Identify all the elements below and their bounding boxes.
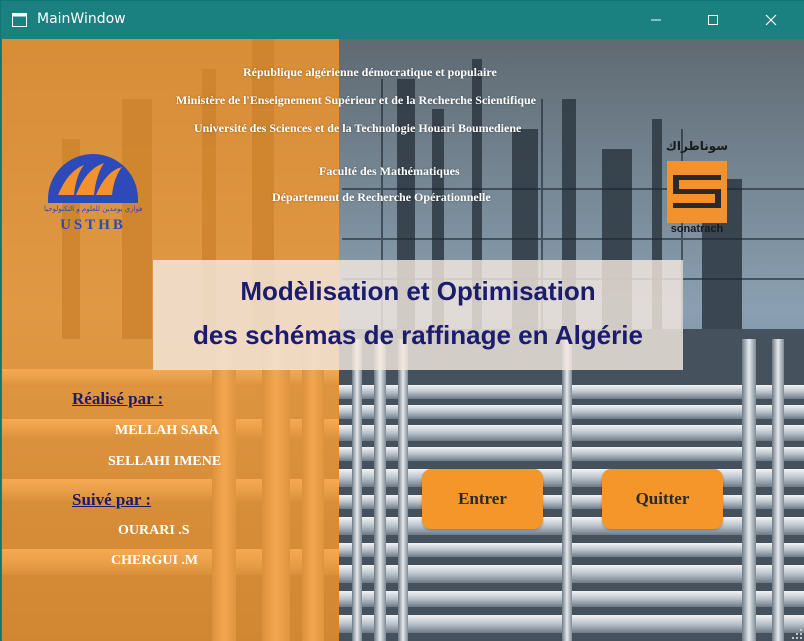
header-university: Université des Sciences et de la Technol… (194, 121, 522, 135)
sonatrach-logo-text: sonatrach (670, 223, 724, 235)
header-faculty: Faculté des Mathématiques (319, 164, 460, 178)
usthb-logo: جامعة هواري بومدين للعلوم و التكنولوجيا … (44, 147, 142, 237)
sonatrach-logo: سوناطراك sonatrach (664, 139, 730, 239)
supervised-by-label: Suivé par : (72, 490, 152, 509)
resize-grip-icon[interactable] (792, 629, 802, 639)
author-name: SELLAHI IMENE (108, 454, 222, 469)
minimize-icon (651, 19, 661, 21)
project-title-line2: des schémas de raffinage en Algérie (193, 320, 643, 350)
usthb-logo-text: USTHB (60, 217, 126, 233)
app-icon (12, 13, 27, 27)
maximize-button[interactable] (690, 1, 736, 39)
main-window: MainWindow République algérienne démocra… (0, 0, 804, 641)
title-bar[interactable]: MainWindow (1, 1, 804, 39)
sonatrach-arabic-text: سوناطراك (665, 139, 729, 153)
maximize-icon (708, 15, 718, 25)
header-ministry: Ministère de l'Enseignement Supérieur et… (176, 93, 536, 107)
close-button[interactable] (748, 1, 794, 39)
author-name: MELLAH SARA (115, 423, 219, 438)
header-republic: République algérienne démocratique et po… (243, 65, 497, 79)
project-title-box: Modèlisation et Optimisation des schémas… (153, 260, 683, 370)
supervisor-name: CHERGUI .M (111, 553, 199, 568)
sonatrach-emblem-icon (667, 161, 727, 223)
project-title-line1: Modèlisation et Optimisation (240, 276, 596, 306)
usthb-emblem-icon (48, 154, 138, 203)
main-content: République algérienne démocratique et po… (2, 39, 804, 641)
close-icon (765, 14, 777, 26)
supervisor-name: OURARI .S (118, 523, 190, 538)
header-department: Département de Recherche Opérationnelle (272, 190, 491, 204)
minimize-button[interactable] (633, 1, 679, 39)
enter-button[interactable]: Entrer (422, 469, 543, 529)
window-title: MainWindow (37, 11, 126, 27)
quit-button[interactable]: Quitter (602, 469, 723, 529)
usthb-arabic-text: جامعة هواري بومدين للعلوم و التكنولوجيا (44, 205, 142, 213)
made-by-label: Réalisé par : (72, 389, 164, 408)
